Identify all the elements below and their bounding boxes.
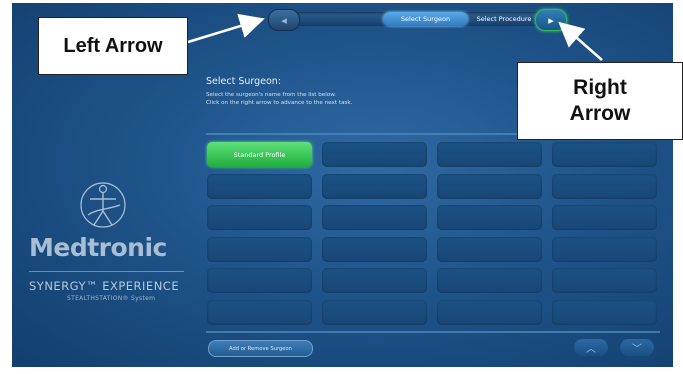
left-arrow-callout: Left Arrow: [38, 17, 188, 75]
right-arrow-callout: Right Arrow: [517, 62, 683, 140]
right-callout-arrow: [558, 21, 603, 61]
right-callout-line-1: Right: [573, 76, 627, 99]
right-callout-line-2: Arrow: [569, 102, 631, 125]
left-callout-arrow: [187, 13, 265, 44]
